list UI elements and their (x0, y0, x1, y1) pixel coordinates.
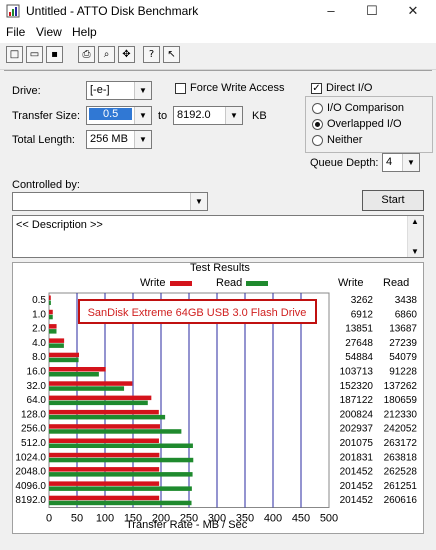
read-bar (49, 300, 51, 305)
x-tick-label: 100 (96, 513, 114, 525)
read-value: 262528 (384, 467, 418, 478)
write-bar (49, 409, 159, 415)
read-bar (49, 486, 192, 491)
y-tick-label: 8192.0 (15, 495, 46, 506)
read-bar (49, 372, 99, 377)
write-value: 187122 (340, 395, 374, 406)
read-bar (49, 343, 64, 348)
read-bar (49, 457, 194, 463)
read-bar (49, 443, 193, 448)
read-value: 13687 (389, 324, 417, 335)
y-tick-label: 8.0 (32, 352, 46, 363)
y-tick-label: 16.0 (27, 367, 47, 378)
read-value: 260616 (384, 495, 418, 506)
y-tick-label: 32.0 (27, 381, 47, 392)
write-value: 201452 (340, 481, 374, 492)
y-tick-label: 2048.0 (15, 467, 46, 478)
x-tick-label: 50 (71, 513, 83, 525)
read-value: 3438 (395, 295, 418, 306)
annotation-text: SanDisk Extreme 64GB USB 3.0 Flash Drive (88, 307, 307, 319)
read-bar (49, 329, 57, 334)
y-tick-label: 4.0 (32, 338, 46, 349)
x-tick-label: 500 (320, 513, 338, 525)
write-value: 201075 (340, 438, 374, 449)
read-bar (49, 414, 166, 420)
read-value: 27239 (389, 338, 417, 349)
write-bar (49, 309, 53, 315)
read-bar (49, 357, 79, 363)
y-tick-label: 4096.0 (15, 481, 46, 492)
write-value: 202937 (340, 424, 374, 435)
write-bar (49, 495, 160, 501)
write-value: 54884 (345, 352, 373, 363)
write-bar (49, 467, 160, 472)
read-value: 54079 (389, 352, 417, 363)
read-value: 242052 (384, 424, 418, 435)
write-value: 103713 (340, 367, 374, 378)
write-value: 3262 (351, 295, 374, 306)
write-bar (49, 481, 160, 486)
y-tick-label: 1.0 (32, 309, 46, 320)
read-bar (49, 400, 148, 406)
y-tick-label: 512.0 (21, 438, 46, 449)
y-tick-label: 256.0 (21, 424, 46, 435)
read-value: 263172 (384, 438, 418, 449)
y-tick-label: 1024.0 (15, 452, 46, 463)
read-bar (49, 386, 125, 391)
write-bar (49, 295, 51, 300)
write-value: 201452 (340, 495, 374, 506)
x-tick-label: 0 (46, 513, 52, 525)
y-tick-label: 0.5 (32, 295, 46, 306)
read-bar (49, 472, 193, 477)
write-value: 6912 (351, 309, 374, 320)
x-tick-label: 400 (264, 513, 282, 525)
x-tick-label: 450 (292, 513, 310, 525)
write-value: 201831 (340, 452, 374, 463)
write-bar (49, 381, 133, 386)
write-bar (49, 367, 106, 372)
write-value: 27648 (345, 338, 373, 349)
read-value: 212330 (384, 409, 418, 420)
read-bar (49, 429, 182, 434)
read-value: 91228 (389, 367, 417, 378)
read-bar (49, 500, 192, 506)
write-bar (49, 452, 160, 458)
y-tick-label: 64.0 (27, 395, 47, 406)
write-bar (49, 338, 65, 343)
read-value: 263818 (384, 452, 418, 463)
read-value: 6860 (395, 309, 418, 320)
read-value: 261251 (384, 481, 418, 492)
y-tick-label: 128.0 (21, 409, 46, 420)
read-value: 137262 (384, 381, 418, 392)
write-value: 201452 (340, 467, 374, 478)
write-value: 200824 (340, 409, 374, 420)
read-value: 180659 (384, 395, 418, 406)
write-bar (49, 324, 57, 329)
write-bar (49, 438, 159, 443)
write-value: 13851 (345, 324, 373, 335)
write-bar (49, 424, 160, 429)
read-bar (49, 314, 53, 320)
write-bar (49, 395, 152, 401)
x-axis-label: Transfer Rate - MB / Sec (126, 519, 248, 531)
write-value: 152320 (340, 381, 374, 392)
transfer-rate-chart: 0 50 100 150 200 250 300 350 400 450 5000.5 3262 343… (15, 292, 418, 525)
write-bar (49, 352, 80, 358)
y-tick-label: 2.0 (32, 324, 46, 335)
